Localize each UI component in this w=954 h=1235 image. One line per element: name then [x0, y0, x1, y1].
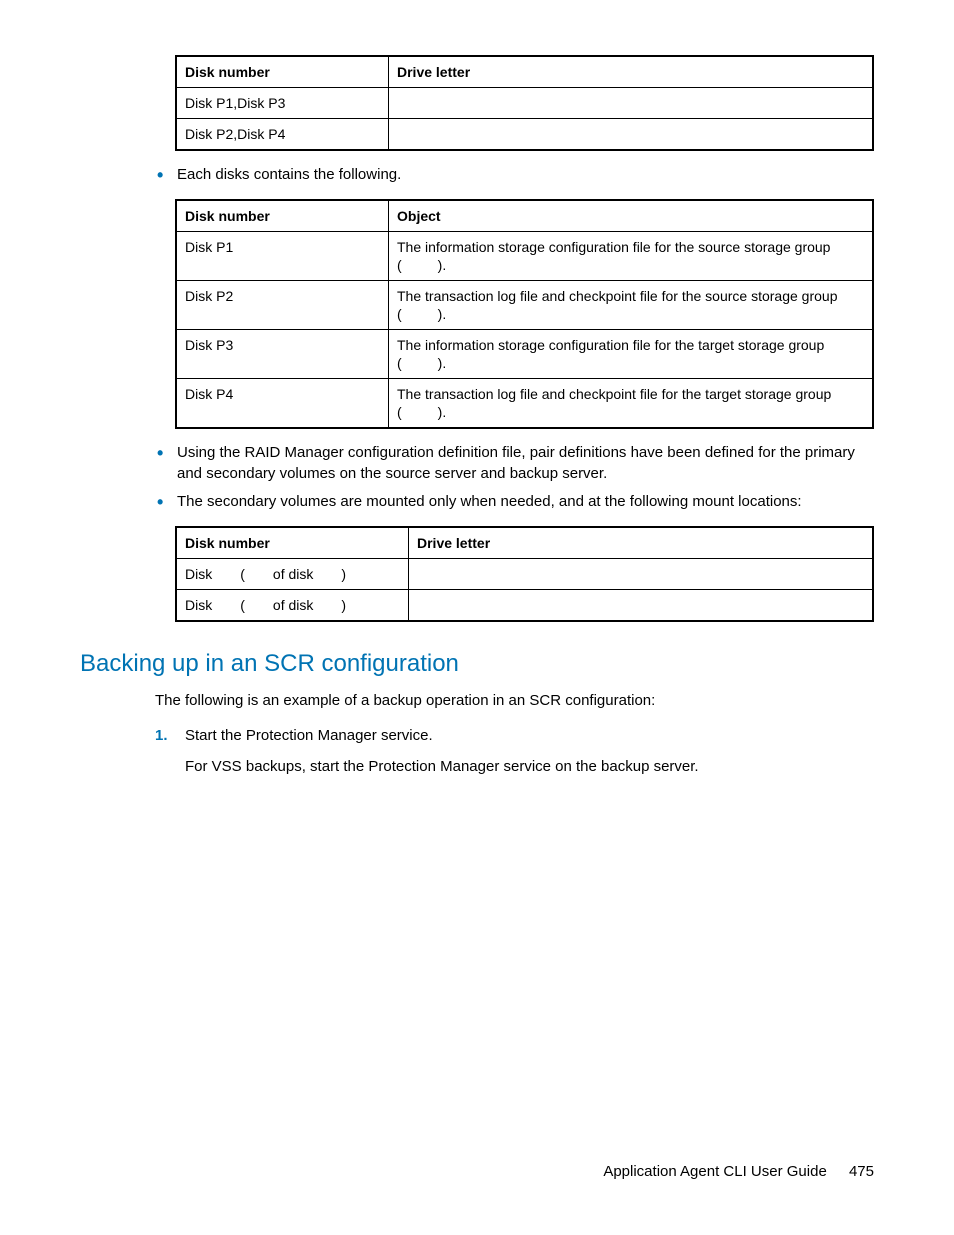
table-row: Disk P3 The information storage configur…	[176, 330, 873, 379]
t1-h1: Disk number	[176, 56, 389, 88]
table-disk-drive-2: Disk number Drive letter Disk(of disk) D…	[175, 526, 874, 622]
bullet-secondary-volumes: The secondary volumes are mounted only w…	[155, 492, 874, 512]
table-row: Disk P2 The transaction log file and che…	[176, 281, 873, 330]
table-disk-object: Disk number Object Disk P1 The informati…	[175, 199, 874, 429]
page-footer: Application Agent CLI User Guide 475	[603, 1163, 874, 1180]
heading-backing-up-scr: Backing up in an SCR configuration	[80, 650, 874, 678]
table-disk-drive-1: Disk number Drive letter Disk P1,Disk P3…	[175, 55, 874, 151]
table-row: Disk(of disk)	[176, 559, 873, 590]
table-row: Disk P2,Disk P4	[176, 119, 873, 151]
t2-h1: Disk number	[176, 200, 389, 232]
table-row: Disk P1,Disk P3	[176, 88, 873, 119]
step-sub: For VSS backups, start the Protection Ma…	[185, 756, 874, 779]
bullet-disks-contain: Each disks contains the following.	[155, 165, 874, 185]
table-row: Disk P4 The transaction log file and che…	[176, 379, 873, 429]
step-main: Start the Protection Manager service.	[185, 725, 874, 748]
intro-text: The following is an example of a backup …	[155, 690, 874, 711]
table-row: Disk P1 The information storage configur…	[176, 232, 873, 281]
footer-page-number: 475	[849, 1163, 874, 1180]
t3-h2: Drive letter	[409, 527, 874, 559]
step-number: 1.	[155, 725, 168, 748]
step-1: 1. Start the Protection Manager service.…	[155, 725, 874, 778]
t1-h2: Drive letter	[389, 56, 874, 88]
bullet-raid-manager: Using the RAID Manager configuration def…	[155, 443, 874, 484]
table-row: Disk(of disk)	[176, 590, 873, 622]
footer-title: Application Agent CLI User Guide	[603, 1163, 826, 1180]
t3-h1: Disk number	[176, 527, 409, 559]
t2-h2: Object	[389, 200, 874, 232]
